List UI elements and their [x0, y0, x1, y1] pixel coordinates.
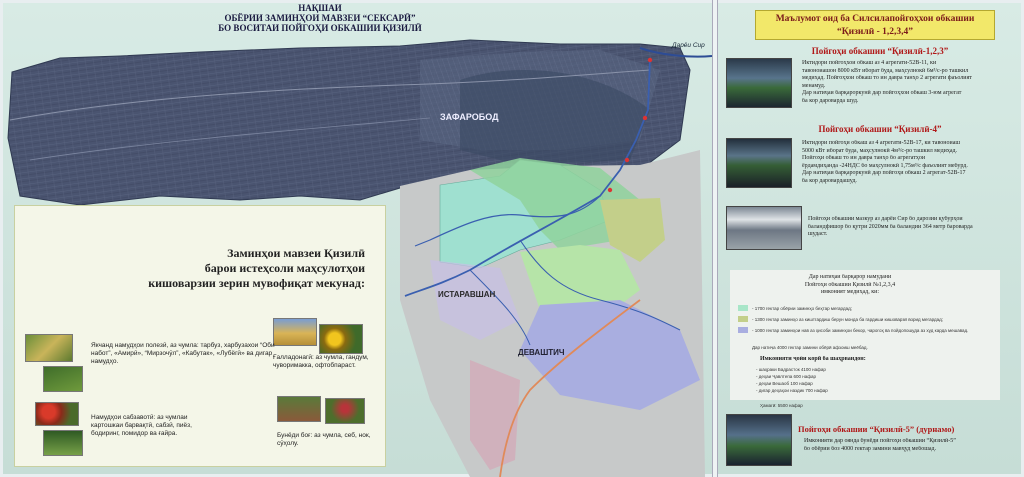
map-title-line: ОБЁРИИ ЗАМИНҲОИ МАВЗЕИ “СЕКСАРӢ” [224, 13, 416, 23]
vegetables-text: Намудҳои сабзавотӣ: аз чумлаи картошкаи … [91, 414, 192, 437]
jobs-heading: Имконияти ҷойи корӣ ба шаҳрвандон: [760, 356, 940, 364]
pipeline-line: шудаст. [808, 231, 828, 238]
station-4-line: Иктидори пойгоҳи обкаш аз 4 агрегати-52В… [802, 140, 960, 146]
station-marker [607, 187, 613, 193]
results-heading: Дар натиҷаи барқарор намудани Пойгоҳи об… [760, 274, 940, 297]
crops-info-box: Заминҳои мавзеи Қизилӣ барои истеҳсоли м… [14, 205, 386, 467]
legend-text: - 1000 гектар заминҳои нав аз ҳисоби зам… [752, 327, 969, 333]
station-4-line: ба кор даровардашуд. [802, 177, 857, 184]
place-devashtich: ДЕВАШТИЧ [518, 348, 565, 357]
station-marker [642, 115, 648, 121]
melons-text: Якчанд намудҳои полезӣ, аз чумла: тарбуз… [91, 342, 275, 365]
station-123-line: менамуд. [802, 82, 826, 89]
sunflower-photo [319, 324, 363, 354]
jobs-total-text: Ҳамагӣ: 5500 нафар [760, 403, 803, 408]
station-5-line: бо обёрии боз 4000 гектар замини мавҷуд … [804, 445, 937, 452]
station-4-line: Пойгоҳи обкаш то ин давра танҳо бо агрег… [802, 155, 926, 162]
station-123-line: тавоноиашон 8000 кВт иборат буда, маҳсул… [802, 67, 969, 74]
legend-swatch [738, 316, 748, 322]
grains-text: Ғалладонагӣ: аз чумла, гандум, чуворимак… [273, 354, 369, 369]
jobs-heading-text: Имконияти ҷойи корӣ ба шаҳрвандон: [760, 356, 866, 362]
fruit-tree-photo [325, 398, 365, 424]
melon-field-photo [43, 366, 83, 392]
station-123-text: Иктидори пойгоҳхои обкаш аз 4 агрегати-5… [802, 60, 1002, 106]
station-4-line: 5000 кВт иборат буда, маҳсулнокӣ 4м³/с-р… [802, 147, 958, 154]
panel-divider [712, 0, 718, 477]
station-5-line: Имконияти дар оянда бунёди пойгоҳи обкаш… [804, 438, 956, 444]
station-123-line: Иктидори пойгоҳхои обкаш аз 4 агрегати-5… [802, 60, 937, 66]
station-5-text: Имконияти дар оянда бунёди пойгоҳи обкаш… [804, 438, 1004, 453]
station-5-photo [726, 414, 792, 466]
station-4-title: Пойгоҳи обкашии “Қизилӣ-4” [818, 124, 942, 134]
crops-heading-line: Заминҳои мавзеи Қизилӣ [227, 246, 365, 260]
orchards-text: Бунёди боғ: аз чумла, себ, нок, сӯҳолу. [277, 432, 371, 447]
water-line: Дар натиҷа 4000 гектар замини обёрӣ афзо… [752, 345, 868, 350]
station-marker [624, 157, 630, 163]
pipeline-photo [726, 206, 802, 250]
river-label: Дарёи Сир [672, 42, 705, 49]
vegetable-field-photo [43, 430, 83, 456]
station-123-line: ба кор дароварда шуд. [802, 97, 859, 104]
station-123-line: Дар натиҷаи барқароркунӣ дар пойгоҳхои о… [802, 90, 962, 97]
legend-text: - 1700 гектар обёрии заминҳо беҳтар мега… [752, 305, 852, 311]
legend-row-2: - 1300 гектар заминҳо аз киштгардиш беру… [738, 316, 943, 322]
pipeline-text: Пойгоҳи обкашии мазкур аз дарёи Сир бо д… [808, 216, 1004, 239]
pipeline-line: баландфишор бо қутри 2020мм ба баландии … [808, 223, 973, 230]
place-istaravshan: ИСТАРАВШАН [438, 290, 496, 299]
map-title-line: НАҚШАИ [298, 3, 342, 13]
pipeline-line: Пойгоҳи обкашии мазкур аз дарёи Сир бо д… [808, 216, 963, 222]
jobs-total: Ҳамагӣ: 5500 нафар [760, 402, 803, 409]
legend-swatch [738, 327, 748, 333]
melons-photo [25, 334, 73, 362]
station-123-photo [726, 58, 792, 108]
right-panel-title-line: “Қизилӣ - 1,2,3,4” [837, 27, 913, 37]
station-123-title: Пойгоҳи обкашии “Қизилӣ-1,2,3” [811, 46, 949, 56]
jobs-item: - шаҳраки Бадрасток 4100 нафар [756, 367, 826, 372]
station-5-title: Пойгоҳи обкашии “Қизилӣ-5” (дурнамо) [798, 424, 955, 434]
vegetables-photo [35, 402, 79, 426]
crops-heading-line: кишоварзии зерин мувофиқат мекунад: [148, 276, 365, 290]
legend-row-3: - 1000 гектар заминҳои нав аз ҳисоби зам… [738, 327, 968, 333]
results-heading-line: Пойгоҳи обкашии Қизилӣ №1,2,3,4 [804, 281, 896, 288]
orchard-photo [277, 396, 321, 422]
station-123-line: медиҳад. Пойгоҳхои обкаш то ин давра тан… [802, 75, 972, 82]
jobs-item: - деҳаи Ҷавлтепа 600 нафар [756, 374, 816, 379]
jobs-list: - шаҳраки Бадрасток 4100 нафар - деҳаи Ҷ… [756, 366, 828, 394]
legend-text: - 1300 гектар заминҳо аз киштгардиш беру… [752, 316, 943, 322]
place-zafarobod: ЗАФАРОБОД [440, 112, 499, 122]
map-title-line: БО ВОСИТАИ ПОЙГОҲИ ОБКАШИИ ҚИЗИЛӢ [218, 23, 422, 33]
legend-swatch [738, 305, 748, 311]
water-increase-text: Дар натиҷа 4000 гектар замини обёрӣ афзо… [752, 344, 868, 351]
jobs-item: - деҳаи Вешаоб 100 нафар [756, 381, 813, 386]
station-marker [647, 57, 653, 63]
station-4-line: Дар натиҷаи барқароркунӣ дар пойгоҳи обк… [802, 170, 966, 177]
station-4-line: ёрдамдиҳанда -24НДС бо маҳсулнокӣ 1,75м³… [802, 162, 968, 169]
right-panel-title-line: Маълумот оид ба Силсилапойгоҳхои обкашии [775, 14, 975, 24]
station-4-photo [726, 138, 792, 188]
station-4-text: Иктидори пойгоҳи обкаш аз 4 агрегати-52В… [802, 140, 1002, 186]
legend-row-1: - 1700 гектар обёрии заминҳо беҳтар мега… [738, 305, 852, 311]
map-title: НАҚШАИ ОБЁРИИ ЗАМИНҲОИ МАВЗЕИ “СЕКСАРӢ” … [170, 3, 470, 33]
right-panel-title: Маълумот оид ба Силсилапойгоҳхои обкашии… [755, 10, 995, 40]
results-heading-line: Дар натиҷаи барқарор намудани [808, 274, 892, 280]
jobs-item: - дигар деҳаҳои наздик 700 нафар [756, 388, 828, 393]
crops-heading: Заминҳои мавзеи Қизилӣ барои истеҳсоли м… [15, 246, 387, 291]
crops-heading-line: барои истеҳсоли маҳсулотҳои [204, 261, 365, 275]
results-heading-line: имконият медиҳад, ки: [820, 289, 880, 296]
